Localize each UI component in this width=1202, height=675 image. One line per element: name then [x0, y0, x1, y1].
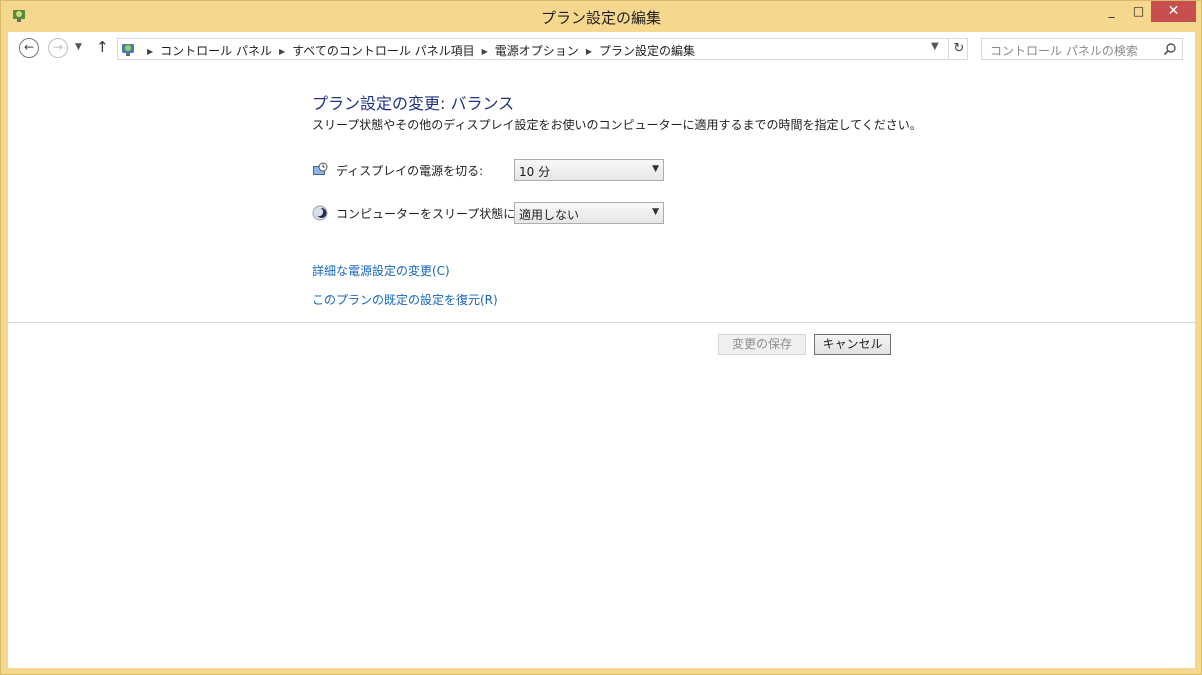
recent-locations-chevron-down-icon[interactable]: ▼ [75, 42, 82, 52]
advanced-settings-link[interactable]: 詳細な電源設定の変更(C) [312, 262, 450, 279]
cancel-button[interactable]: キャンセル [814, 334, 891, 355]
back-button[interactable]: ← [19, 38, 39, 58]
breadcrumb-control-panel[interactable]: コントロール パネル [160, 44, 272, 58]
display-off-label: ディスプレイの電源を切る: [336, 164, 484, 178]
display-off-value: 10 分 [519, 165, 551, 179]
breadcrumb-separator-icon[interactable]: ▶ [482, 47, 488, 56]
sleep-label: コンピューターをスリープ状態にする: [336, 207, 544, 221]
monitor-clock-icon [313, 162, 328, 175]
search-icon[interactable] [1163, 42, 1177, 56]
save-changes-button[interactable]: 変更の保存 [718, 334, 806, 355]
sleep-select[interactable]: 適用しない ▼ [514, 202, 664, 224]
chevron-down-icon: ▼ [652, 164, 659, 174]
close-button[interactable]: ✕ [1151, 1, 1196, 22]
minimize-button[interactable]: _ [1098, 1, 1125, 22]
breadcrumb-separator-icon[interactable]: ▶ [279, 47, 285, 56]
address-dropdown-chevron-down-icon[interactable]: ▼ [931, 41, 939, 52]
breadcrumb-power-options[interactable]: 電源オプション [495, 44, 579, 58]
title-bar[interactable]: プラン設定の編集 _ □ ✕ [1, 1, 1201, 31]
breadcrumb: ▶ コントロール パネル ▶ すべてのコントロール パネル項目 ▶ 電源オプション ▶ プラン… [140, 42, 695, 59]
window: プラン設定の編集 _ □ ✕ ← → ▼ ↑ ▶ コントロール パネル ▶ すべてのコ… [0, 0, 1202, 675]
page-title: プラン設定の変更: バランス [312, 94, 515, 113]
breadcrumb-edit-plan[interactable]: プラン設定の編集 [599, 44, 695, 58]
sleep-value: 適用しない [519, 208, 580, 222]
refresh-button[interactable]: ↻ [948, 39, 969, 59]
search-placeholder: コントロール パネルの検索 [990, 44, 1138, 58]
display-off-select[interactable]: 10 分 ▼ [514, 159, 664, 181]
up-button[interactable]: ↑ [96, 38, 109, 56]
breadcrumb-separator-icon[interactable]: ▶ [147, 47, 153, 56]
page-description: スリープ状態やその他のディスプレイ設定をお使いのコンピューターに適用するまでの時… [312, 118, 922, 132]
chevron-down-icon: ▼ [652, 207, 659, 217]
navigation-bar: ← → ▼ ↑ ▶ コントロール パネル ▶ すべてのコントロール パネル項目 ▶ 電源オ… [8, 32, 1195, 66]
breadcrumb-all-items[interactable]: すべてのコントロール パネル項目 [292, 44, 475, 58]
forward-button[interactable]: → [48, 38, 68, 58]
moon-icon [312, 205, 328, 221]
address-bar[interactable]: ▶ コントロール パネル ▶ すべてのコントロール パネル項目 ▶ 電源オプション ▶ プラン… [117, 38, 968, 60]
restore-defaults-link[interactable]: このプランの既定の設定を復元(R) [312, 291, 498, 308]
window-title: プラン設定の編集 [540, 9, 661, 27]
search-input[interactable]: コントロール パネルの検索 [981, 38, 1183, 60]
maximize-button[interactable]: □ [1125, 1, 1152, 22]
client-area: ← → ▼ ↑ ▶ コントロール パネル ▶ すべてのコントロール パネル項目 ▶ 電源オ… [8, 32, 1195, 668]
main-content: プラン設定の変更: バランス スリープ状態やその他のディスプレイ設定をお使いのコ… [8, 66, 1195, 668]
control-panel-icon [122, 44, 134, 56]
breadcrumb-separator-icon[interactable]: ▶ [586, 47, 592, 56]
divider [8, 322, 1195, 323]
